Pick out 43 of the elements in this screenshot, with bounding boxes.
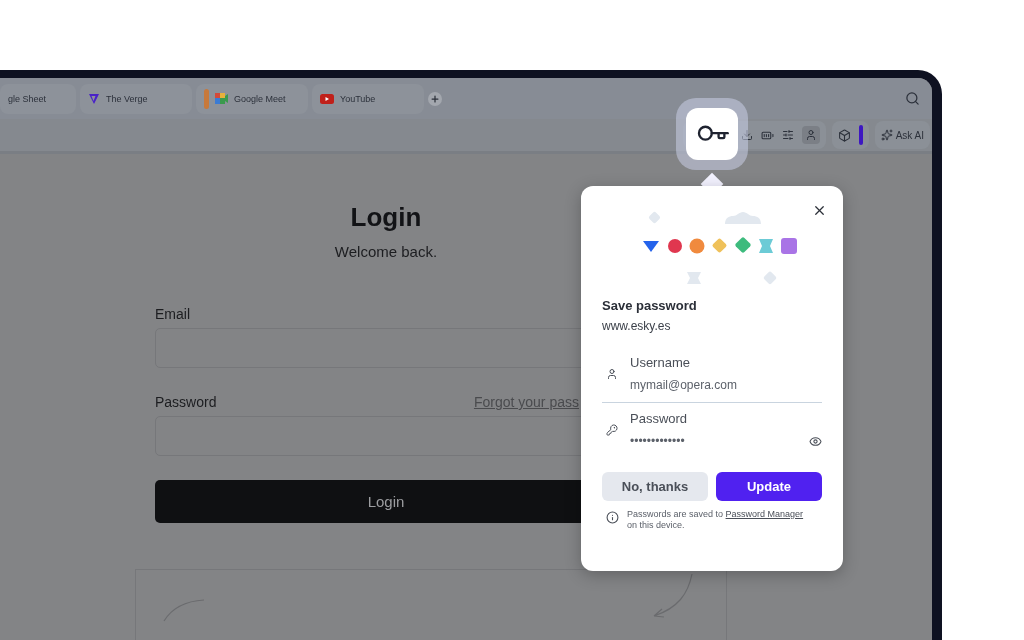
browser-tab[interactable]: YouTube bbox=[312, 83, 424, 114]
key-icon bbox=[606, 423, 618, 436]
update-button[interactable]: Update bbox=[716, 472, 822, 501]
field-label: Password bbox=[155, 394, 217, 410]
eye-icon[interactable] bbox=[809, 434, 822, 448]
page-title: Login bbox=[349, 202, 423, 233]
field-label: Username bbox=[630, 355, 691, 370]
user-icon bbox=[606, 367, 618, 380]
page-subtitle: Welcome back. bbox=[333, 243, 439, 260]
indicator-bar bbox=[858, 125, 863, 146]
tab-title: The Verge bbox=[106, 93, 148, 104]
storage-note: Passwords are saved to Password Manager on this device. bbox=[627, 509, 804, 531]
browser-tab[interactable]: The Verge bbox=[80, 83, 192, 114]
popup-title: Save password bbox=[602, 298, 698, 313]
person-icon bbox=[804, 129, 817, 142]
sliders-icon[interactable] bbox=[781, 129, 794, 142]
sparkle-icon bbox=[880, 129, 893, 142]
field-label: Password bbox=[630, 411, 689, 426]
close-button[interactable] bbox=[812, 203, 827, 218]
field-value: mymail@opera.com bbox=[630, 378, 737, 392]
key-badge[interactable] bbox=[676, 98, 748, 170]
dismiss-button[interactable]: No, thanks bbox=[602, 472, 708, 501]
tab-title: gle Sheet bbox=[8, 93, 47, 104]
site-address: www.esky.es bbox=[602, 319, 672, 333]
info-icon bbox=[606, 511, 619, 524]
new-tab-button[interactable] bbox=[428, 91, 442, 106]
cube-icon[interactable] bbox=[837, 128, 851, 142]
curve-line-icon bbox=[162, 598, 206, 622]
tab-title: YouTube bbox=[340, 93, 376, 104]
profile-button[interactable] bbox=[801, 126, 820, 145]
field-label: Email bbox=[155, 306, 191, 322]
ask-ai-button[interactable]: Ask AI bbox=[874, 121, 930, 150]
tab-title: Google Meet bbox=[234, 93, 286, 104]
v-logo-icon bbox=[88, 92, 100, 105]
forgot-password-link[interactable]: Forgot your pass bbox=[473, 394, 579, 410]
play-icon bbox=[320, 93, 334, 104]
download-icon[interactable] bbox=[740, 129, 753, 142]
browser-tab[interactable]: Google Meet bbox=[196, 83, 308, 114]
browser-tab[interactable]: gle Sheet bbox=[0, 83, 76, 114]
search-icon[interactable] bbox=[905, 91, 920, 107]
field-value: ••••••••••••• bbox=[630, 434, 685, 448]
video-camera-icon bbox=[215, 93, 228, 105]
password-manager-link[interactable]: Password Manager bbox=[725, 509, 804, 519]
